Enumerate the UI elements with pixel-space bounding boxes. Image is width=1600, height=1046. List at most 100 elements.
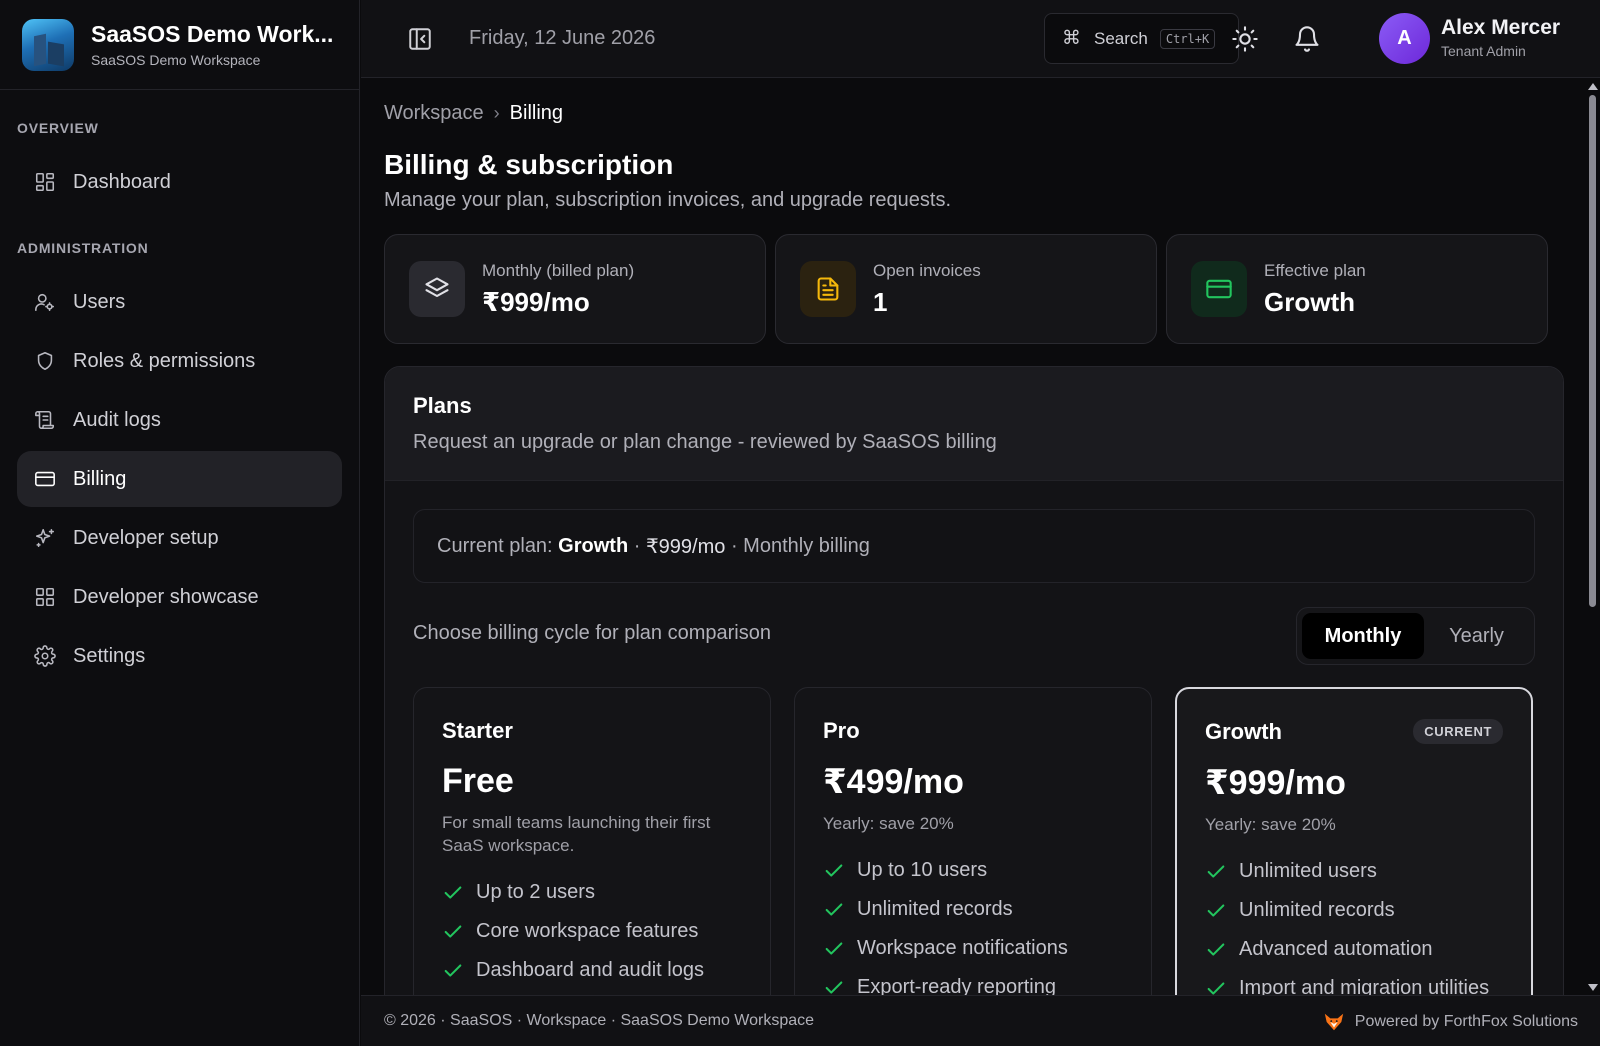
billing-cycle-label: Choose billing cycle for plan comparison [413,622,771,644]
stat-value: ₹999/mo [482,287,590,317]
user-name[interactable]: Alex Mercer [1441,16,1560,40]
plan-feature: Dashboard and audit logs [442,951,742,990]
sidebar-item-label: Users [73,290,126,313]
workspace-brand[interactable]: SaaSOS Demo Work... SaaSOS Demo Workspac… [0,0,359,90]
scrollbar-thumb[interactable] [1589,95,1596,607]
plan-feature: Unlimited users [1205,852,1503,891]
plan-feature-label: Up to 2 users [476,881,595,903]
sidebar-item-users[interactable]: Users [17,274,342,330]
grid-icon [34,586,56,608]
plan-feature-label: Unlimited records [857,898,1013,920]
check-icon [442,921,464,943]
sidebar-item-audit-logs[interactable]: Audit logs [17,392,342,448]
main-scrollbar[interactable] [1585,79,1600,995]
users-icon [34,291,56,313]
sidebar-item-developer-showcase[interactable]: Developer showcase [17,569,342,625]
plan-feature-label: Import and migration utilities [1239,977,1490,995]
check-icon [823,899,845,921]
sidebar-item-label: Dashboard [73,170,171,193]
plan-feature-label: Workspace notifications [857,937,1068,959]
search-label: Search [1094,28,1148,48]
sidebar-item-developer-setup[interactable]: Developer setup [17,510,342,566]
plans-header: Plans Request an upgrade or plan change … [385,367,1563,481]
sidebar-item-settings[interactable]: Settings [17,628,342,684]
plan-feature: Advanced automation [1205,930,1503,969]
plans-card: Plans Request an upgrade or plan change … [384,366,1564,995]
stat-label: Open invoices [873,261,981,280]
plan-price: Free [442,762,514,800]
current-plan-badge: CURRENT [1413,719,1503,744]
bell-icon [1295,26,1319,52]
gear-icon [34,645,56,667]
billing-cycle-yearly[interactable]: Yearly [1424,613,1529,659]
check-icon [823,860,845,882]
plan-feature: Export-ready reporting [823,968,1123,995]
stat-value: 1 [873,287,888,317]
dashboard-icon [34,171,56,193]
main-content: Workspace › Billing Billing & subscripti… [361,79,1585,995]
sidebar-item-roles[interactable]: Roles & permissions [17,333,342,389]
sidebar-item-label: Developer setup [73,526,219,549]
sidebar-item-label: Settings [73,644,146,667]
plan-note: Yearly: save 20% [823,814,954,833]
plan-feature: Workspace notifications [823,929,1123,968]
plan-note: For small teams launching their first Sa… [442,813,711,855]
check-icon [442,960,464,982]
search-button[interactable]: ⌘ Search Ctrl+K [1044,13,1239,64]
current-plan-separator: · [628,534,646,557]
check-icon [1205,900,1227,922]
plan-features: Unlimited users Unlimited records Advanc… [1205,852,1503,995]
credit-card-icon [34,468,56,490]
collapse-sidebar-button[interactable] [407,26,433,52]
check-icon [1205,939,1227,961]
footer-powered-by[interactable]: Powered by ForthFox Solutions [1323,1011,1578,1033]
billing-cycle-monthly[interactable]: Monthly [1302,613,1424,659]
plan-feature: Core workspace features [442,912,742,951]
scroll-up-arrow-icon[interactable] [1588,83,1598,90]
plan-price: ₹999/mo [1205,764,1346,802]
scroll-down-arrow-icon[interactable] [1588,984,1598,991]
breadcrumb: Workspace › Billing [384,102,563,125]
footer: © 2026 · SaaSOS · Workspace · SaaSOS Dem… [361,995,1600,1046]
plan-price: ₹499/mo [823,763,964,801]
plan-feature: Up to 10 users [823,851,1123,890]
current-plan-summary: Current plan: Growth · ₹999/mo · Monthly… [413,509,1535,583]
stat-card-monthly: Monthly (billed plan) ₹999/mo [384,234,766,344]
nav-heading-overview: OVERVIEW [17,120,99,136]
plans-title: Plans [413,393,472,418]
shield-icon [34,350,56,372]
plan-feature-label: Up to 10 users [857,859,988,881]
workspace-subtitle: SaaSOS Demo Workspace [91,52,261,68]
topbar: Friday, 12 June 2026 ⌘ Search Ctrl+K A A… [361,0,1600,78]
plan-card-pro[interactable]: Pro ₹499/mo Yearly: save 20% Up to 10 us… [794,687,1152,995]
panel-collapse-icon [409,28,431,50]
notifications-button[interactable] [1293,25,1321,53]
plan-feature-label: Advanced automation [1239,938,1433,960]
chevron-right-icon: › [493,103,500,123]
check-icon [1205,978,1227,996]
sidebar-item-dashboard[interactable]: Dashboard [17,154,342,210]
stat-value: Growth [1264,287,1355,317]
stat-label: Effective plan [1264,261,1366,280]
fox-logo-icon [1324,1013,1343,1031]
plan-feature: Import and migration utilities [1205,969,1503,995]
sidebar-item-label: Roles & permissions [73,349,256,372]
sidebar-item-label: Audit logs [73,408,161,431]
avatar[interactable]: A [1379,13,1430,64]
stat-card-open-invoices: Open invoices 1 [775,234,1157,344]
check-icon [823,938,845,960]
plan-card-starter[interactable]: Starter Free For small teams launching t… [413,687,771,995]
theme-toggle-button[interactable] [1231,25,1259,53]
sidebar: SaaSOS Demo Work... SaaSOS Demo Workspac… [0,0,360,1046]
stat-label: Monthly (billed plan) [482,261,635,280]
billing-cycle-toggle: Monthly Yearly [1296,607,1535,665]
sidebar-item-billing[interactable]: Billing [17,451,342,507]
plan-feature-label: Unlimited records [1239,899,1395,921]
command-icon: ⌘ [1062,28,1081,49]
plan-card-growth[interactable]: Growth CURRENT ₹999/mo Yearly: save 20% … [1175,687,1533,995]
breadcrumb-workspace[interactable]: Workspace [384,102,484,125]
current-plan-name: Growth [558,534,629,557]
page-title: Billing & subscription [384,149,674,180]
sun-icon [1232,26,1258,52]
search-shortcut: Ctrl+K [1159,28,1216,49]
